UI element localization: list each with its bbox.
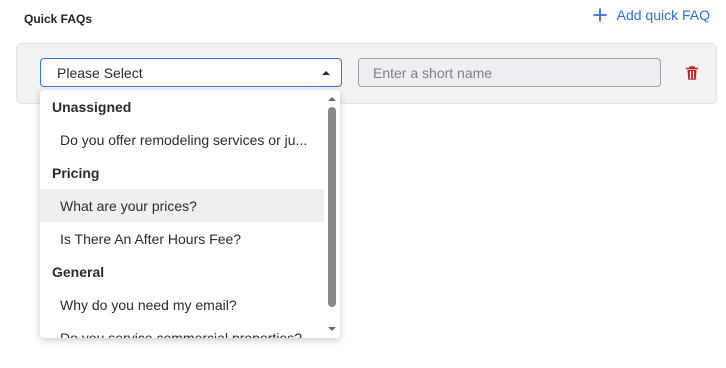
dropdown-option-label: What are your prices? — [60, 197, 197, 214]
quick-faqs-panel: Quick FAQs Add quick FAQ Please Select U… — [0, 0, 726, 368]
section-title: Quick FAQs — [24, 12, 93, 26]
short-name-input[interactable] — [358, 58, 661, 87]
scrollbar-thumb[interactable] — [328, 107, 336, 307]
plus-icon — [592, 8, 607, 22]
dropdown-group-label: Pricing — [52, 164, 100, 181]
dropdown-list: Unassigned Do you offer remodeling servic… — [40, 90, 324, 338]
dropdown-option[interactable]: Do you service commercial properties? — [40, 321, 324, 339]
scroll-down-arrow-icon[interactable] — [327, 324, 337, 334]
faq-dropdown-menu: Unassigned Do you offer remodeling servic… — [40, 90, 340, 338]
add-quick-faq-label: Add quick FAQ — [616, 7, 710, 23]
dropdown-option[interactable]: What are your prices? — [40, 189, 324, 222]
dropdown-group-label: Unassigned — [52, 98, 132, 115]
faq-select-value: Please Select — [57, 64, 143, 81]
dropdown-group-label: General — [52, 263, 105, 280]
dropdown-option[interactable]: Do you offer remodeling services or ju..… — [40, 123, 324, 156]
dropdown-option[interactable]: Is There An After Hours Fee? — [40, 222, 324, 255]
dropdown-scrollbar[interactable] — [324, 90, 340, 338]
faq-select[interactable]: Please Select — [40, 58, 342, 87]
dropdown-option-label: Is There An After Hours Fee? — [60, 230, 242, 247]
add-quick-faq-button[interactable]: Add quick FAQ — [591, 6, 710, 24]
dropdown-option-label: Why do you need my email? — [60, 296, 237, 313]
dropdown-option-label: Do you offer remodeling services or ju..… — [60, 131, 308, 148]
dropdown-option[interactable]: Why do you need my email? — [40, 288, 324, 321]
trash-icon[interactable] — [683, 64, 701, 82]
scroll-up-arrow-icon[interactable] — [327, 94, 337, 104]
dropdown-option-label: Do you service commercial properties? — [60, 329, 302, 339]
caret-up-icon — [321, 68, 331, 78]
